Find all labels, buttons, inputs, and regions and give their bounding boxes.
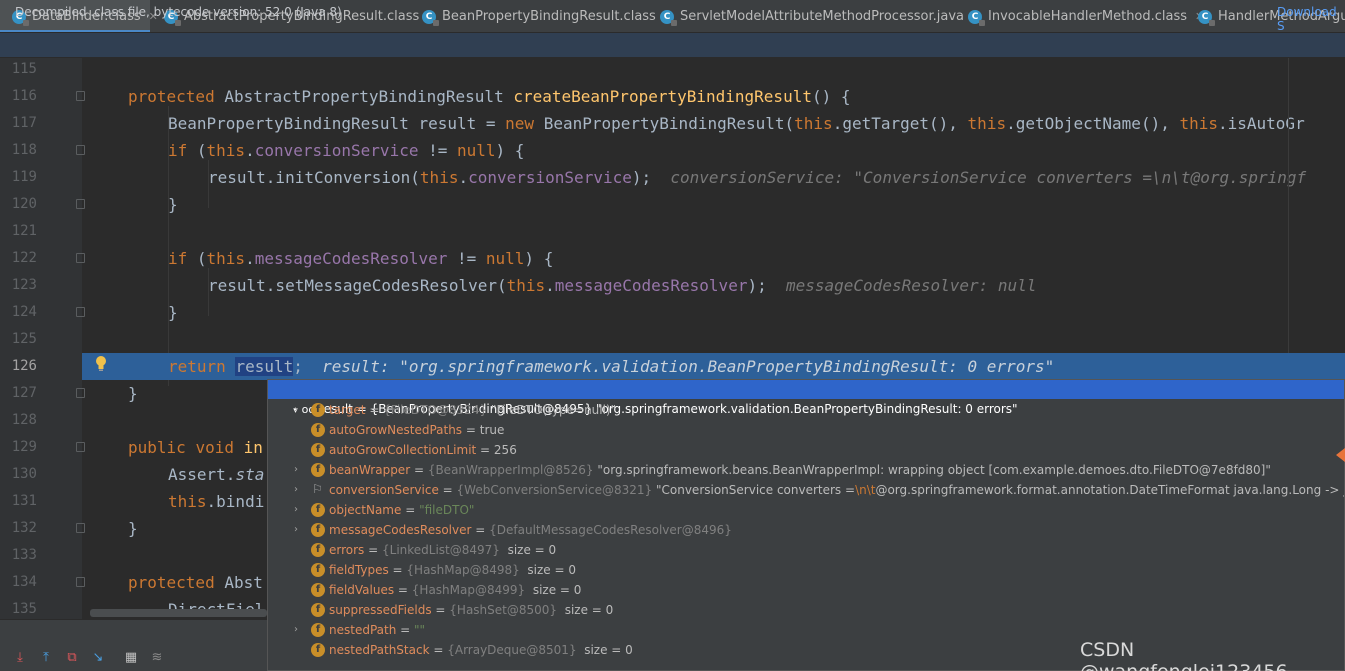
line-number-current: 126 <box>11 358 37 374</box>
flag-icon: ⚐ <box>312 482 323 496</box>
chevron-right-icon[interactable]: › <box>294 405 304 415</box>
inline-debug-hint: messageCodesResolver: null <box>785 276 1037 295</box>
right-margin-guide <box>1288 58 1289 353</box>
line-number: 128 <box>11 412 37 428</box>
field-icon: f <box>311 403 325 417</box>
field-icon: f <box>311 623 325 637</box>
class-icon: C <box>422 9 439 26</box>
code-line-119: result.initConversion(this.conversionSer… <box>208 168 1307 187</box>
tab-invocable-handler-method[interactable]: C InvocableHandlerMethod.class ✕ <box>956 0 1204 32</box>
chevron-right-icon[interactable]: › <box>294 465 304 475</box>
fold-icon[interactable] <box>76 442 85 452</box>
code-line-134: protected Abst <box>128 573 263 592</box>
line-number: 116 <box>11 88 37 104</box>
field-icon: f <box>311 543 325 557</box>
tab-label: BeanPropertyBindingResult.class <box>442 9 656 24</box>
fold-icon[interactable] <box>76 145 85 155</box>
field-icon: f <box>311 443 325 457</box>
class-icon: C <box>660 9 677 26</box>
code-line-120: } <box>168 195 178 214</box>
trace-icon[interactable]: ≋ <box>150 651 164 665</box>
step-out-icon[interactable]: ⤒ <box>39 651 53 665</box>
inline-debug-hint: result: "org.springframework.validation.… <box>322 357 1055 376</box>
marker-icon <box>1336 448 1345 462</box>
line-number: 119 <box>11 169 37 185</box>
code-line-126: return result; result: "org.springframew… <box>168 357 1055 376</box>
selected-word: result <box>235 357 294 376</box>
inline-debug-hint: conversionService: "ConversionService co… <box>670 168 1307 187</box>
code-line-130: Assert.sta <box>168 465 265 484</box>
class-icon: C <box>1198 9 1215 26</box>
fold-icon[interactable] <box>76 91 85 101</box>
line-number: 129 <box>11 439 37 455</box>
field-icon: f <box>311 463 325 477</box>
class-icon: C <box>968 9 985 26</box>
code-line-131: this.bindi <box>168 492 265 511</box>
line-number: 115 <box>11 61 37 77</box>
line-number: 131 <box>11 493 37 509</box>
fold-icon[interactable] <box>76 253 85 263</box>
code-line-117: BeanPropertyBindingResult result = new B… <box>168 114 1305 133</box>
line-number: 117 <box>11 115 37 131</box>
code-line-116: protected AbstractPropertyBindingResult … <box>128 87 851 106</box>
tab-label: InvocableHandlerMethod.class <box>988 9 1188 24</box>
fold-icon[interactable] <box>76 577 85 587</box>
code-line-122: if (this.messageCodesResolver != null) { <box>168 249 554 268</box>
field-icon: f <box>311 583 325 597</box>
field-icon: f <box>311 423 325 437</box>
step-into-icon[interactable]: ⤓ <box>13 651 27 665</box>
decompiled-banner <box>0 33 1345 58</box>
line-number: 121 <box>11 223 37 239</box>
field-icon: f <box>311 523 325 537</box>
line-number: 134 <box>11 574 37 590</box>
line-number: 122 <box>11 250 37 266</box>
line-number: 125 <box>11 331 37 347</box>
debug-toolbar: ⤓ ⤒ ⧉ ↘ ▦ ≋ <box>0 619 267 671</box>
drop-frame-icon[interactable]: ⧉ <box>65 651 79 665</box>
code-line-129: public void in <box>128 438 263 457</box>
field-icon: f <box>311 563 325 577</box>
fold-icon[interactable] <box>76 388 85 398</box>
field-icon: f <box>311 503 325 517</box>
popup-header[interactable]: ▾ oo result = {BeanPropertyBindingResult… <box>278 380 1017 416</box>
line-number: 127 <box>11 385 37 401</box>
chevron-right-icon[interactable]: › <box>294 505 304 515</box>
lightbulb-icon[interactable] <box>94 355 108 373</box>
banner-message: Decompiled .class file, bytecode version… <box>15 5 342 19</box>
chevron-right-icon[interactable]: › <box>294 625 304 635</box>
line-number: 123 <box>11 277 37 293</box>
line-number: 133 <box>11 547 37 563</box>
watermark: CSDN @wangfenglei123456 <box>1080 639 1288 671</box>
chevron-right-icon[interactable]: › <box>294 525 304 535</box>
evaluate-icon[interactable]: ▦ <box>124 651 138 665</box>
download-sources-link[interactable]: Download S <box>1277 5 1345 33</box>
code-line-124: } <box>168 303 178 322</box>
code-line-127: } <box>128 384 138 403</box>
debug-value-popup[interactable]: ▾ oo result = {BeanPropertyBindingResult… <box>267 379 1345 671</box>
field-icon: f <box>311 603 325 617</box>
run-to-cursor-icon[interactable]: ↘ <box>91 651 105 665</box>
line-number: 130 <box>11 466 37 482</box>
code-line-132: } <box>128 519 138 538</box>
chevron-right-icon[interactable]: › <box>294 485 304 495</box>
fold-icon[interactable] <box>76 523 85 533</box>
code-line-118: if (this.conversionService != null) { <box>168 141 525 160</box>
tab-servlet-model-attribute[interactable]: C ServletModelAttributeMethodProcessor.j… <box>648 0 981 32</box>
line-number-gutter: 115 116 117 118 119 120 121 122 123 124 … <box>0 58 82 619</box>
horizontal-scrollbar[interactable] <box>90 609 267 617</box>
line-number: 132 <box>11 520 37 536</box>
line-number: 120 <box>11 196 37 212</box>
fold-icon[interactable] <box>76 307 85 317</box>
tab-bean-property-binding-result[interactable]: C BeanPropertyBindingResult.class ✕ <box>410 0 673 32</box>
field-icon: f <box>311 643 325 657</box>
tab-label: ServletModelAttributeMethodProcessor.jav… <box>680 9 964 24</box>
fold-icon[interactable] <box>76 199 85 209</box>
line-number: 118 <box>11 142 37 158</box>
code-line-123: result.setMessageCodesResolver(this.mess… <box>208 276 1037 295</box>
line-number: 124 <box>11 304 37 320</box>
